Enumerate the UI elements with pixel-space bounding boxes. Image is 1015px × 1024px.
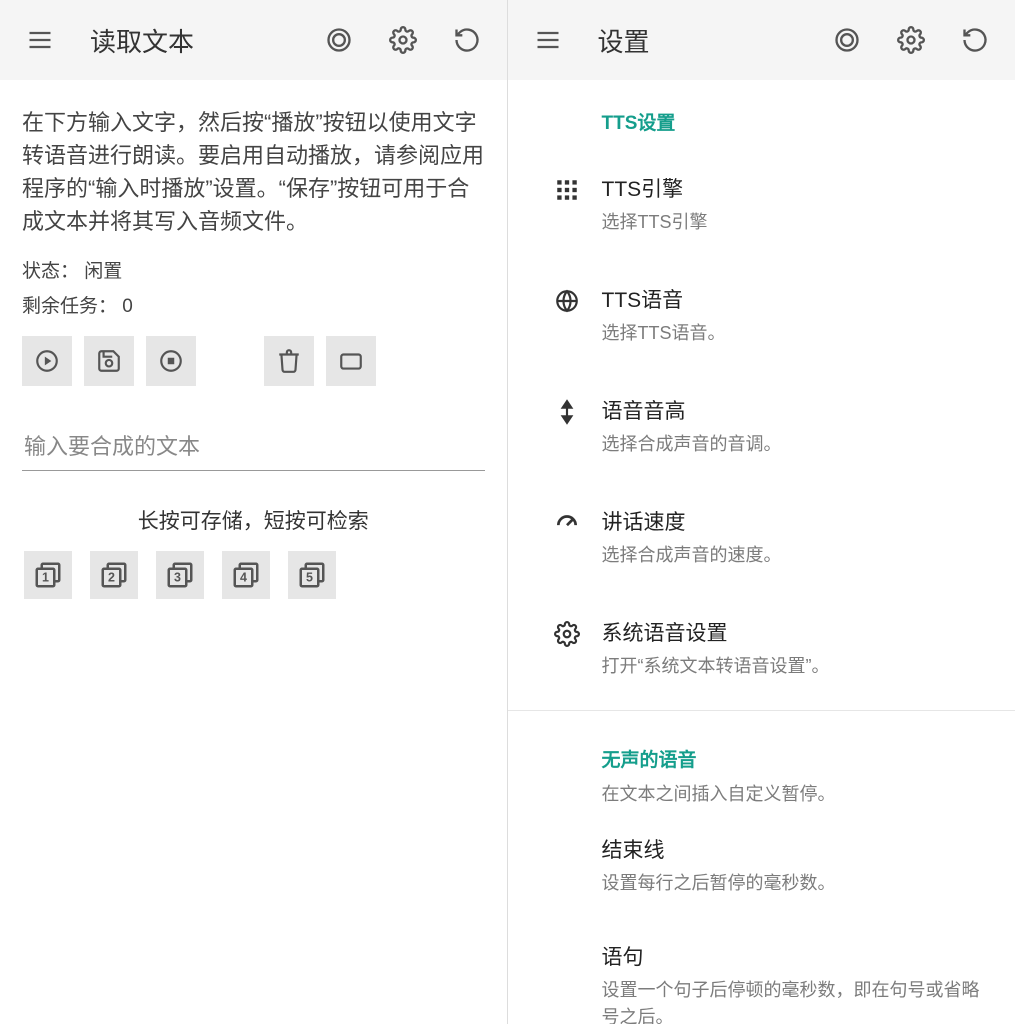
svg-text:3: 3 bbox=[174, 570, 181, 584]
gear-icon bbox=[532, 617, 602, 647]
status-line: 状态： 闲置 bbox=[22, 256, 485, 283]
pitch-arrow-icon bbox=[532, 395, 602, 425]
setting-title: TTS语音 bbox=[602, 284, 992, 314]
appbar-left: 读取文本 bbox=[0, 0, 507, 80]
globe-icon bbox=[532, 284, 602, 314]
setting-desc: 选择合成声音的音调。 bbox=[602, 431, 992, 458]
settings-gear-icon[interactable] bbox=[883, 12, 939, 68]
setting-tts-engine[interactable]: TTS引擎 选择TTS引擎 bbox=[508, 149, 1015, 260]
setting-end-of-line[interactable]: 结束线 设置每行之后暂停的毫秒数。 bbox=[508, 812, 1015, 919]
open-folder-button[interactable] bbox=[326, 336, 376, 386]
remaining-value: 0 bbox=[122, 296, 133, 317]
slot-2-button[interactable]: 2 bbox=[90, 551, 138, 599]
setting-title: 讲话速度 bbox=[602, 506, 992, 536]
stop-button[interactable] bbox=[146, 336, 196, 386]
svg-text:2: 2 bbox=[108, 570, 115, 584]
info-icon[interactable] bbox=[819, 12, 875, 68]
slot-4-button[interactable]: 4 bbox=[222, 551, 270, 599]
slot-1-button[interactable]: 1 bbox=[24, 551, 72, 599]
settings-screen: 设置 TTS设置 TTS引擎 选择TTS引擎 T bbox=[508, 0, 1015, 1024]
synthesize-text-input[interactable] bbox=[22, 416, 485, 471]
section-header-tts: TTS设置 bbox=[508, 80, 1015, 149]
settings-gear-icon[interactable] bbox=[375, 12, 431, 68]
read-text-screen: 读取文本 在下方输入文字，然后按“播放”按钮以使用文字转语音进行朗读。要启用自动… bbox=[0, 0, 508, 1024]
slots-hint: 长按可存储，短按可检索 bbox=[22, 505, 485, 535]
grid-icon bbox=[532, 173, 602, 203]
menu-icon[interactable] bbox=[12, 12, 68, 68]
setting-title: 语音音高 bbox=[602, 395, 992, 425]
setting-sentence[interactable]: 语句 设置一个句子后停顿的毫秒数，即在句号或省略号之后。 bbox=[508, 919, 1015, 1024]
memory-slots: 1 2 3 4 5 bbox=[22, 551, 485, 599]
undo-icon[interactable] bbox=[947, 12, 1003, 68]
setting-title: 结束线 bbox=[602, 834, 992, 864]
settings-list: TTS设置 TTS引擎 选择TTS引擎 TTS语音 选择TTS语音。 bbox=[508, 80, 1015, 1024]
status-value: 闲置 bbox=[84, 261, 122, 282]
speed-icon bbox=[532, 506, 602, 536]
section-header-silent-desc: 在文本之间插入自定义暂停。 bbox=[508, 778, 1015, 812]
appbar-right: 设置 bbox=[508, 0, 1015, 80]
setting-title: 语句 bbox=[602, 941, 992, 971]
slot-5-button[interactable]: 5 bbox=[288, 551, 336, 599]
svg-text:5: 5 bbox=[306, 570, 313, 584]
instructions-text: 在下方输入文字，然后按“播放”按钮以使用文字转语音进行朗读。要启用自动播放，请参… bbox=[22, 106, 485, 238]
setting-desc: 选择TTS语音。 bbox=[602, 320, 992, 347]
setting-desc: 设置每行之后暂停的毫秒数。 bbox=[602, 870, 992, 897]
undo-icon[interactable] bbox=[439, 12, 495, 68]
section-header-silent: 无声的语音 bbox=[508, 717, 1015, 778]
setting-desc: 打开“系统文本转语音设置”。 bbox=[602, 653, 992, 680]
remaining-label: 剩余任务： bbox=[22, 296, 117, 317]
setting-speed[interactable]: 讲话速度 选择合成声音的速度。 bbox=[508, 482, 1015, 593]
info-icon[interactable] bbox=[311, 12, 367, 68]
setting-system-tts[interactable]: 系统语音设置 打开“系统文本转语音设置”。 bbox=[508, 593, 1015, 704]
setting-desc: 选择合成声音的速度。 bbox=[602, 542, 992, 569]
page-title-right: 设置 bbox=[598, 22, 650, 59]
save-button[interactable] bbox=[84, 336, 134, 386]
divider bbox=[508, 710, 1015, 711]
setting-desc: 选择TTS引擎 bbox=[602, 209, 992, 236]
delete-button[interactable] bbox=[264, 336, 314, 386]
left-content: 在下方输入文字，然后按“播放”按钮以使用文字转语音进行朗读。要启用自动播放，请参… bbox=[0, 80, 507, 625]
setting-desc: 设置一个句子后停顿的毫秒数，即在句号或省略号之后。 bbox=[602, 977, 992, 1024]
setting-pitch[interactable]: 语音音高 选择合成声音的音调。 bbox=[508, 371, 1015, 482]
svg-text:4: 4 bbox=[240, 570, 247, 584]
setting-tts-voice[interactable]: TTS语音 选择TTS语音。 bbox=[508, 260, 1015, 371]
action-toolbar bbox=[22, 336, 485, 386]
menu-icon[interactable] bbox=[520, 12, 576, 68]
setting-title: TTS引擎 bbox=[602, 173, 992, 203]
slot-3-button[interactable]: 3 bbox=[156, 551, 204, 599]
setting-title: 系统语音设置 bbox=[602, 617, 992, 647]
remaining-line: 剩余任务： 0 bbox=[22, 291, 485, 318]
svg-text:1: 1 bbox=[42, 570, 49, 584]
page-title-left: 读取文本 bbox=[90, 22, 194, 59]
play-button[interactable] bbox=[22, 336, 72, 386]
status-label: 状态： bbox=[22, 261, 79, 282]
